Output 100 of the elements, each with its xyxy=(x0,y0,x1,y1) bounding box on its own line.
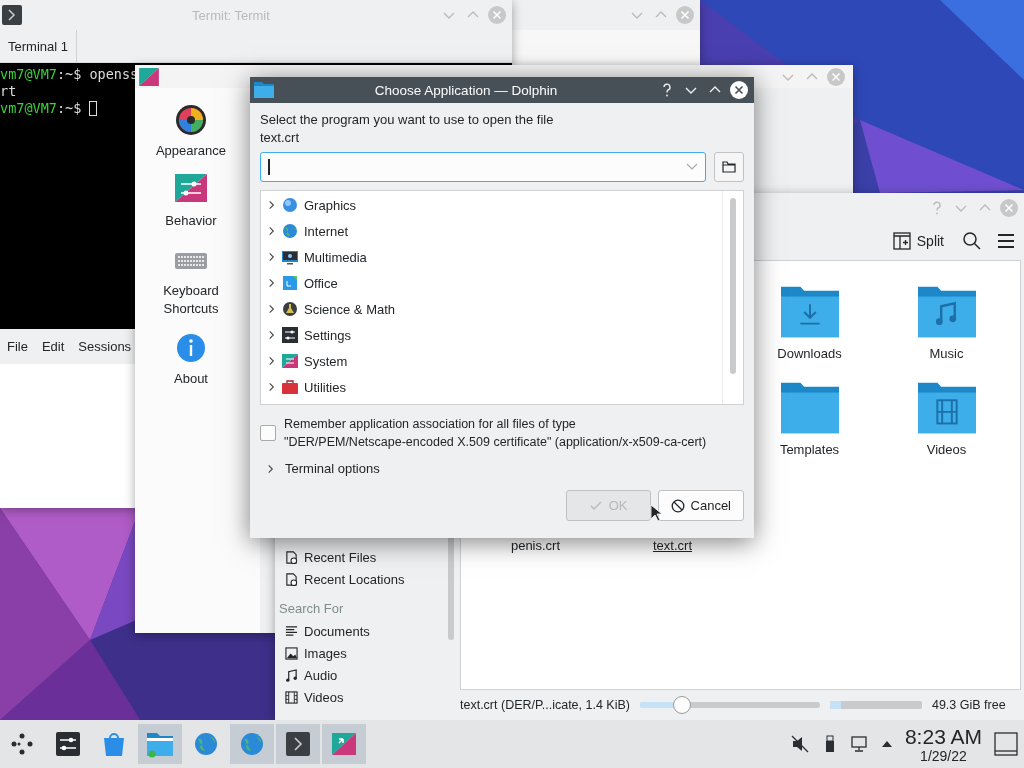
info-icon[interactable] xyxy=(175,332,207,364)
folder-icon xyxy=(254,82,274,98)
folder-plain-icon[interactable] xyxy=(780,382,839,434)
expander-icon[interactable] xyxy=(267,226,276,236)
category-item[interactable]: Utilities xyxy=(261,374,722,400)
file-name-text: text.crt xyxy=(260,129,300,147)
graphics-icon xyxy=(282,197,298,213)
folder-name[interactable]: Music xyxy=(929,346,964,361)
expander-icon[interactable] xyxy=(267,252,276,262)
audio-icon xyxy=(285,668,298,682)
system-icon xyxy=(330,730,358,758)
category-item[interactable]: Office xyxy=(261,270,722,296)
category-item[interactable]: Settings xyxy=(261,322,722,348)
recent-folder-icon xyxy=(285,572,298,586)
file-name[interactable]: text.crt xyxy=(653,538,692,553)
places-section-header: Search For xyxy=(279,600,345,618)
status-text: text.crt (DER/P...icate, 1.4 KiB) xyxy=(460,698,630,712)
video-icon xyxy=(285,690,298,704)
places-item[interactable]: Images xyxy=(279,642,448,664)
expander-icon[interactable] xyxy=(267,304,276,314)
muted-speaker-icon[interactable] xyxy=(790,735,809,753)
expander-icon[interactable] xyxy=(267,278,276,288)
prompt-text: vm7@VM7 xyxy=(0,66,57,83)
places-item[interactable]: Videos xyxy=(279,686,448,708)
places-item[interactable]: Documents xyxy=(279,620,448,642)
places-item[interactable]: Recent Files xyxy=(279,546,448,568)
globe-icon xyxy=(238,730,266,758)
mouse-pointer-icon xyxy=(650,504,662,522)
image-icon xyxy=(285,646,298,660)
search-icon[interactable] xyxy=(962,231,982,251)
close-button[interactable] xyxy=(730,81,748,99)
expand-tray-icon[interactable] xyxy=(880,740,893,748)
settings-icon xyxy=(282,327,298,343)
office-icon xyxy=(282,275,298,291)
task-button[interactable] xyxy=(276,724,320,764)
network-icon[interactable] xyxy=(850,735,869,753)
folder-name[interactable]: Downloads xyxy=(777,346,842,361)
utilities-icon xyxy=(282,379,298,395)
split-view-icon xyxy=(892,232,911,250)
free-space-text: 49.3 GiB free xyxy=(931,698,1006,712)
folder-icon xyxy=(146,730,174,758)
show-desktop-icon[interactable] xyxy=(994,732,1018,756)
cancel-icon xyxy=(670,498,685,513)
folder-icon xyxy=(722,161,736,173)
sidebar-item[interactable]: Keyboard Shortcuts xyxy=(141,282,241,318)
checkbox[interactable] xyxy=(260,425,276,441)
clock-time[interactable]: 8:23 AM xyxy=(904,725,982,747)
folder-name[interactable]: Templates xyxy=(779,442,840,457)
text-cursor xyxy=(268,159,270,175)
science-icon xyxy=(282,301,298,317)
prompt-text: Select the program you want to use to open the file xyxy=(260,111,555,129)
file-name[interactable]: penis.crt xyxy=(510,538,561,553)
dialog-title: Choose Application — Dolphin xyxy=(373,82,559,98)
places-item[interactable]: Recent Locations xyxy=(279,568,448,590)
settings-icon xyxy=(54,730,82,758)
recent-file-icon xyxy=(285,550,298,564)
expander-icon[interactable] xyxy=(267,200,276,210)
dropdown-caret-icon[interactable] xyxy=(686,163,698,171)
document-icon xyxy=(285,624,298,638)
clock-date[interactable]: 1/29/22 xyxy=(920,748,967,763)
folder-music-icon[interactable] xyxy=(917,286,976,338)
split-button[interactable]: Split xyxy=(888,230,948,252)
menu-item[interactable]: File xyxy=(7,339,28,354)
system-icon xyxy=(282,353,298,369)
folder-download-icon[interactable] xyxy=(780,286,839,338)
terminal-options-toggle[interactable]: Terminal options xyxy=(260,461,744,476)
category-item[interactable]: Graphics xyxy=(261,192,722,218)
menu-item[interactable]: Edit xyxy=(41,339,65,354)
application-input-field[interactable] xyxy=(260,152,706,182)
category-item[interactable]: Multimedia xyxy=(261,244,722,270)
sidebar-item[interactable]: Behavior xyxy=(165,212,217,230)
cancel-button[interactable]: Cancel xyxy=(657,490,744,521)
multimedia-icon xyxy=(282,249,298,265)
slider-handle[interactable] xyxy=(672,696,691,714)
checkbox-label[interactable]: Remember application association for all files of type "DER/PEM/Netscape-encoded X.509 certificate" (application/x-x509-ca-cert) xyxy=(284,415,707,451)
terminal-text: :~$ openss xyxy=(56,66,139,83)
zoom-slider[interactable] xyxy=(639,696,820,714)
scrollbar[interactable] xyxy=(730,198,736,374)
browse-button[interactable] xyxy=(714,152,744,182)
globe-icon xyxy=(192,730,220,758)
menu-item[interactable]: Sessions xyxy=(78,339,132,354)
expander-icon[interactable] xyxy=(267,330,276,340)
places-item[interactable]: Audio xyxy=(279,664,448,686)
sidebar-item[interactable]: About xyxy=(174,370,208,388)
internet-icon xyxy=(282,223,298,239)
terminal-icon xyxy=(2,5,22,25)
sidebar-item[interactable]: Appearance xyxy=(155,142,227,160)
expander-icon[interactable] xyxy=(267,382,276,392)
settings-app-icon xyxy=(138,67,160,86)
color-wheel-icon[interactable] xyxy=(175,104,207,136)
terminal-icon xyxy=(284,730,312,758)
prompt-text: vm7@VM7 xyxy=(0,100,57,117)
category-item[interactable]: Science & Math xyxy=(261,296,722,322)
category-item[interactable]: Internet xyxy=(261,218,722,244)
folder-name[interactable]: Videos xyxy=(926,442,967,457)
expander-icon[interactable] xyxy=(267,356,276,366)
folder-video-icon[interactable] xyxy=(917,382,976,434)
terminal-text: :~$ xyxy=(56,100,83,117)
menu-icon[interactable] xyxy=(996,231,1016,251)
category-item[interactable]: System xyxy=(261,348,722,374)
